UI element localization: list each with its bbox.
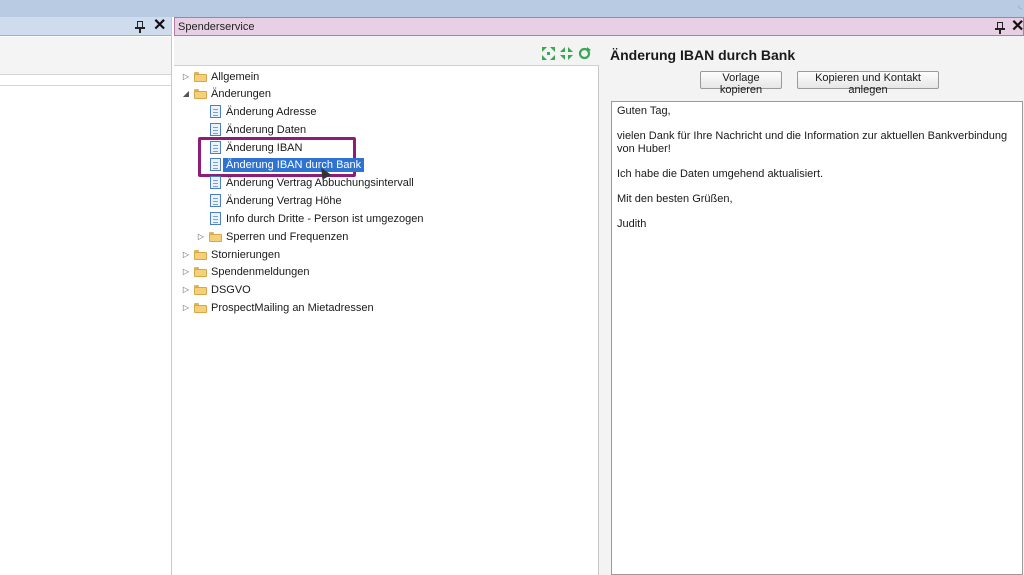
close-icon[interactable]: ✕	[1011, 18, 1024, 36]
folder-icon	[194, 249, 207, 260]
document-icon	[210, 141, 221, 154]
tree-item-label: Änderung IBAN durch Bank	[223, 157, 365, 172]
document-icon	[210, 105, 221, 118]
tree-item-aenderung-vertrag-hoehe[interactable]: Änderung Vertrag Höhe	[210, 192, 342, 209]
tree-item-label: Änderung Daten	[226, 123, 307, 136]
template-text-area[interactable]: Guten Tag, vielen Dank für Ihre Nachrich…	[611, 101, 1023, 575]
copy-and-create-contact-button[interactable]: Kopieren und Kontakt anlegen	[797, 71, 939, 96]
template-title: Änderung IBAN durch Bank	[610, 47, 796, 63]
tree-item-aenderung-vertrag-abbuchungsintervall[interactable]: Änderung Vertrag Abbuchungsintervall	[210, 174, 414, 191]
window-top-strip: ◟	[0, 0, 1024, 17]
tree-item-label: Spendenmeldungen	[211, 265, 310, 278]
expand-all-icon[interactable]	[542, 47, 555, 60]
copy-template-button[interactable]: Vorlage kopieren	[700, 71, 782, 96]
tree-item-label: Sperren und Frequenzen	[226, 230, 349, 243]
left-panel-toolbar	[0, 37, 171, 75]
tree-item-label: Änderungen	[211, 87, 271, 100]
document-icon	[210, 158, 221, 171]
left-panel-content	[0, 85, 171, 575]
tree-item-label: DSGVO	[211, 283, 251, 296]
left-docked-panel: ✕	[0, 17, 172, 575]
tree-item-label: Änderung Vertrag Höhe	[226, 194, 342, 207]
tree-item-aenderung-iban-durch-bank[interactable]: Änderung IBAN durch Bank	[210, 156, 365, 173]
collapse-all-icon[interactable]	[560, 47, 573, 60]
pin-icon[interactable]	[134, 20, 146, 34]
tree-folder-sperren-und-frequenzen[interactable]: ▷ Sperren und Frequenzen	[195, 228, 348, 245]
document-icon	[210, 194, 221, 207]
left-panel-header: ✕	[0, 17, 171, 36]
spenderservice-panel: Spenderservice ✕ ▷ Allgemein ◢ Änderunge…	[174, 17, 1024, 575]
window-corner-icon: ◟	[1018, 0, 1022, 11]
tree-item-aenderung-adresse[interactable]: Änderung Adresse	[210, 103, 317, 120]
expand-arrow-icon[interactable]: ▷	[180, 285, 192, 294]
tree-folder-allgemein[interactable]: ▷ Allgemein	[180, 68, 259, 85]
folder-icon	[209, 231, 222, 242]
document-icon	[210, 123, 221, 136]
tree-folder-spendenmeldungen[interactable]: ▷ Spendenmeldungen	[180, 263, 310, 280]
panel-header: Spenderservice ✕	[174, 17, 1024, 36]
folder-icon	[194, 284, 207, 295]
text-line: Guten Tag,	[617, 105, 671, 117]
text-line: vielen Dank für Ihre Nachricht und die I…	[617, 130, 1008, 155]
template-tree: ▷ Allgemein ◢ Änderungen Änderung Adress…	[174, 65, 599, 575]
tree-item-label: Stornierungen	[211, 248, 281, 261]
tree-item-label: Info durch Dritte - Person ist umgezogen	[226, 212, 424, 225]
text-line: Ich habe die Daten umgehend aktualisiert…	[617, 168, 824, 180]
expand-arrow-icon[interactable]: ▷	[180, 250, 192, 259]
tree-item-label: Änderung Adresse	[226, 105, 317, 118]
expand-arrow-icon[interactable]: ▷	[180, 267, 192, 276]
document-icon	[210, 212, 221, 225]
expand-arrow-icon[interactable]: ▷	[195, 232, 207, 241]
tree-item-label: Änderung Vertrag Abbuchungsintervall	[226, 176, 414, 189]
tree-item-info-durch-dritte[interactable]: Info durch Dritte - Person ist umgezogen	[210, 210, 423, 227]
pin-icon[interactable]	[994, 21, 1006, 35]
tree-folder-stornierungen[interactable]: ▷ Stornierungen	[180, 246, 280, 263]
folder-icon	[194, 266, 207, 277]
close-icon[interactable]: ✕	[153, 17, 166, 35]
folder-icon	[194, 302, 207, 313]
tree-item-label: Allgemein	[211, 70, 260, 83]
tree-item-aenderung-daten[interactable]: Änderung Daten	[210, 121, 306, 138]
expand-arrow-icon[interactable]: ▷	[180, 303, 192, 312]
folder-icon	[194, 71, 207, 82]
document-icon	[210, 176, 221, 189]
text-line: Judith	[617, 218, 647, 230]
tree-folder-dsgvo[interactable]: ▷ DSGVO	[180, 281, 251, 298]
collapse-arrow-icon[interactable]: ◢	[180, 89, 192, 98]
panel-title: Spenderservice	[178, 21, 255, 33]
tree-folder-prospectmailing[interactable]: ▷ ProspectMailing an Mietadressen	[180, 299, 374, 316]
template-detail-pane: Änderung IBAN durch Bank Vorlage kopiere…	[600, 37, 1024, 575]
tree-item-label: Änderung IBAN	[226, 141, 303, 154]
tree-item-label: ProspectMailing an Mietadressen	[211, 301, 374, 314]
expand-arrow-icon[interactable]: ▷	[180, 72, 192, 81]
tree-folder-aenderungen[interactable]: ◢ Änderungen	[180, 85, 271, 102]
refresh-icon[interactable]	[578, 47, 591, 60]
folder-icon	[194, 88, 207, 99]
text-line: Mit den besten Grüßen,	[617, 193, 733, 205]
tree-item-aenderung-iban[interactable]: Änderung IBAN	[210, 139, 302, 156]
